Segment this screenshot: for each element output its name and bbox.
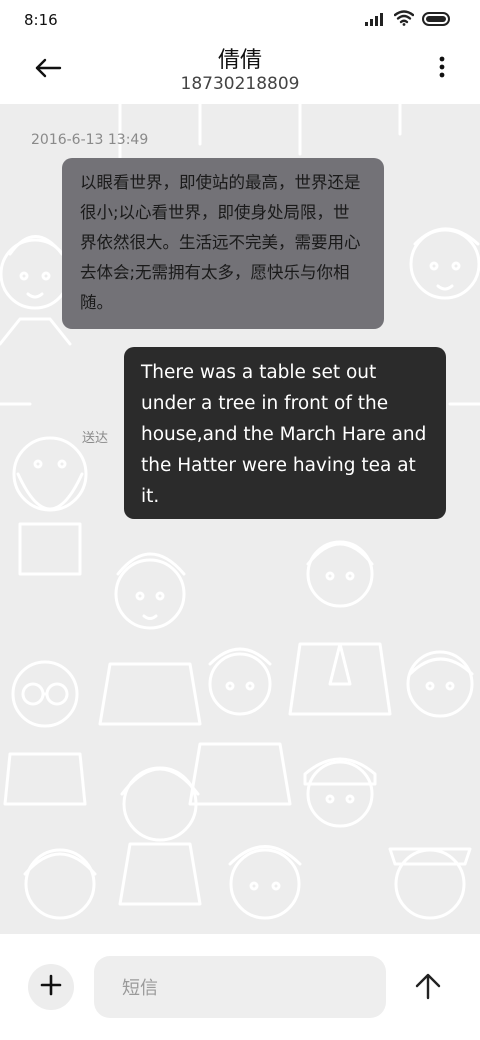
status-bar: 8:16 — [0, 0, 480, 40]
message-input[interactable]: 短信 — [94, 956, 386, 1018]
outgoing-message-bubble[interactable]: There was a table set out under a tree i… — [124, 347, 446, 519]
conversation-header: 倩倩 18730218809 — [0, 40, 480, 104]
incoming-message-bubble[interactable]: 以眼看世界，即使站的最高，世界还是很小;以心看世界，即使身处局限，世界依然很大。… — [62, 158, 384, 329]
message-input-placeholder: 短信 — [122, 978, 158, 999]
composer-bar: 短信 — [0, 934, 480, 1040]
delivery-status: 送达 — [82, 431, 109, 446]
contact-number: 18730218809 — [180, 74, 300, 94]
more-vertical-icon — [439, 56, 445, 82]
message-list[interactable]: 2016-6-13 13:49 以眼看世界，即使站的最高，世界还是很小;以心看世… — [0, 104, 480, 934]
add-attachment-button[interactable] — [28, 964, 74, 1010]
more-options-button[interactable] — [432, 54, 452, 84]
status-icons — [364, 10, 450, 30]
wifi-icon — [393, 10, 415, 30]
plus-icon — [40, 974, 62, 1000]
message-timestamp: 2016-6-13 13:49 — [31, 132, 149, 148]
arrow-up-icon — [415, 972, 441, 1004]
contact-name: 倩倩 — [217, 48, 262, 73]
battery-icon — [422, 11, 450, 30]
status-time: 8:16 — [24, 11, 58, 29]
signal-icon — [364, 11, 386, 30]
send-button[interactable] — [410, 970, 446, 1006]
